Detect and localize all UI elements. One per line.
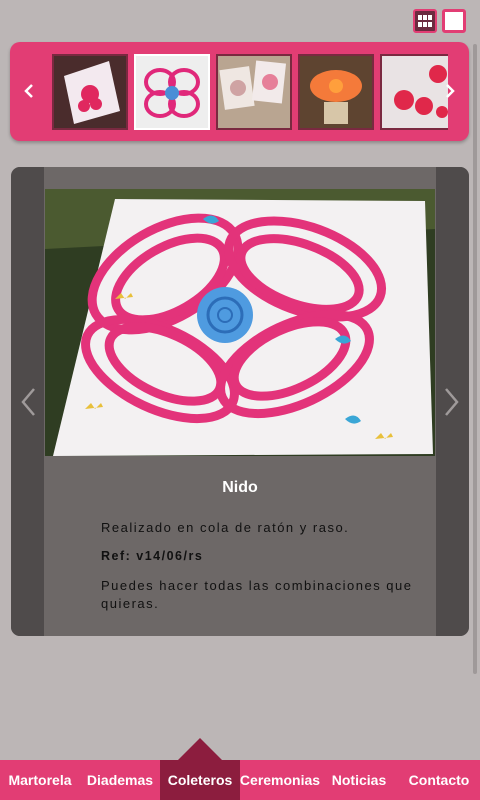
scrollbar[interactable] <box>473 44 477 674</box>
chevron-left-icon[interactable] <box>14 76 44 106</box>
chevron-right-icon[interactable] <box>440 382 464 422</box>
thumbnail-carousel <box>10 42 469 141</box>
chevron-left-icon[interactable] <box>16 382 40 422</box>
product-title: Nido <box>222 479 258 496</box>
thumbnail-strip <box>52 52 448 132</box>
thumbnail[interactable] <box>216 54 292 130</box>
thumbnail-selected[interactable] <box>134 54 210 130</box>
view-toggle <box>413 9 466 33</box>
active-nav-indicator <box>178 738 222 760</box>
single-view-icon[interactable] <box>442 9 466 33</box>
thumbnail[interactable] <box>52 54 128 130</box>
bottom-nav: Martorela Diademas Coleteros Ceremonias … <box>0 760 480 800</box>
nav-item-ceremonias[interactable]: Ceremonias <box>240 760 320 800</box>
nav-item-coleteros[interactable]: Coleteros <box>160 760 240 800</box>
product-note: Puedes hacer todas las combinaciones que… <box>101 578 413 611</box>
thumbnail[interactable] <box>298 54 374 130</box>
chevron-right-icon[interactable] <box>435 76 465 106</box>
nav-item-diademas[interactable]: Diademas <box>80 760 160 800</box>
product-reference: Ref: v14/06/rs <box>101 549 204 563</box>
product-photo[interactable] <box>45 189 435 456</box>
product-description: Realizado en cola de ratón y raso. <box>101 520 350 535</box>
nav-item-martorela[interactable]: Martorela <box>0 760 80 800</box>
product-panel: Nido Realizado en cola de ratón y raso. … <box>11 167 469 636</box>
nav-item-contacto[interactable]: Contacto <box>398 760 480 800</box>
grid-view-icon[interactable] <box>413 9 437 33</box>
nav-item-noticias[interactable]: Noticias <box>320 760 398 800</box>
